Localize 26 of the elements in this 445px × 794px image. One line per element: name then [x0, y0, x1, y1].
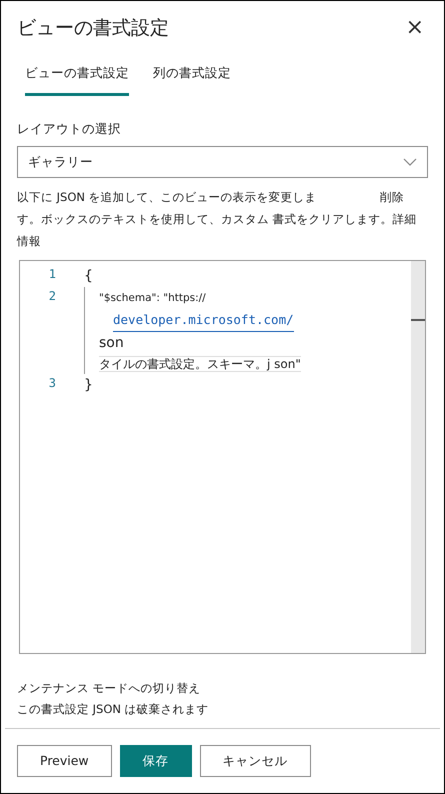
tab[interactable]: ビューの書式設定: [25, 64, 129, 96]
warning-text: この書式設定 JSON は破棄されます: [17, 701, 210, 718]
field-label: レイアウトの選択: [17, 120, 122, 138]
line-number: 2: [48, 288, 57, 306]
delete-link[interactable]: 削除: [380, 186, 404, 208]
code-text: タイルの書式設定。スキーマ。j son": [99, 356, 301, 372]
code-text: "$schema": "https://: [99, 292, 206, 304]
code-text: son: [99, 335, 124, 352]
line-number: 1: [48, 266, 57, 284]
line-number: 3: [48, 375, 57, 392]
scrollbar[interactable]: [411, 261, 425, 653]
description-text: 以下に JSON を追加して、このビューの表示を変更しま: [17, 189, 317, 206]
code-editor[interactable]: 1 { 2 "$schema": "https:// developer.microsoft.com/ son タイルの書式設定。スキーマ。j son" 3 }: [19, 260, 426, 654]
footer-button[interactable]: Preview: [17, 745, 112, 777]
code-text: {: [84, 268, 93, 284]
layout-dropdown[interactable]: ギャラリー: [17, 146, 428, 178]
code-text: }: [84, 377, 93, 394]
code-link[interactable]: developer.microsoft.com/: [113, 309, 294, 332]
footer-button[interactable]: 保存: [120, 745, 192, 777]
chevron-down-icon: [403, 158, 417, 166]
close-button[interactable]: ×: [402, 17, 428, 39]
mode-switch-link[interactable]: メンテナンス モードへの切り替え: [17, 678, 428, 699]
description-text: す。ボックスのテキストを使用して、カスタム 書式をクリアします。詳細情報: [17, 211, 418, 250]
tab[interactable]: 列の書式設定: [153, 64, 231, 96]
footer-button[interactable]: キャンセル: [200, 745, 311, 777]
panel-title: ビューの書式設定: [17, 17, 169, 40]
